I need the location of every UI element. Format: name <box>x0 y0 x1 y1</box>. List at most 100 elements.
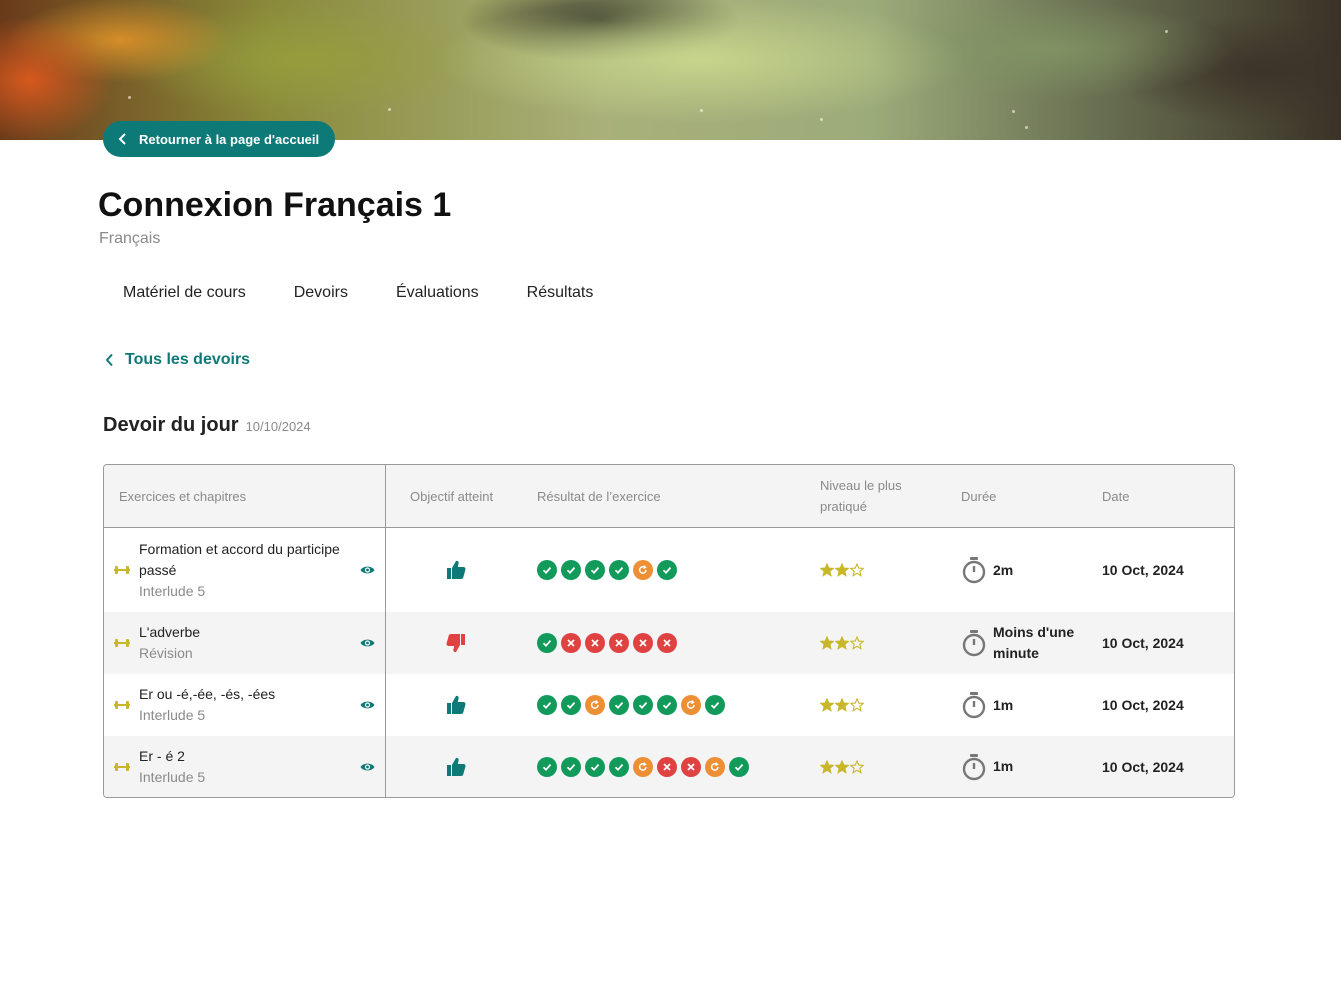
course-tabs: Matériel de cours Devoirs Évaluations Ré… <box>123 284 641 302</box>
star-filled-icon <box>820 698 834 712</box>
cross-icon <box>681 756 701 777</box>
thumbs-up-icon <box>444 736 468 797</box>
duration-value: 1m <box>993 696 1014 713</box>
all-assignments-label: Tous les devoirs <box>125 351 251 368</box>
exercise-results <box>537 612 677 674</box>
exercise-date: 10 Oct, 2024 <box>1102 758 1184 775</box>
level-stars <box>820 528 864 612</box>
table-header: Exercices et chapitres Objectif atteint … <box>104 465 1234 528</box>
level-stars <box>820 612 864 674</box>
thumbs-up-icon <box>444 528 468 612</box>
retry-icon <box>633 756 653 777</box>
star-filled-icon <box>835 563 849 577</box>
star-outline-icon <box>850 636 864 650</box>
table-row: Er - é 2 Interlude 5 1m 10 Oct, 2024 <box>104 736 1234 797</box>
back-home-label: Retourner à la page d'accueil <box>139 131 320 147</box>
check-icon <box>561 756 581 777</box>
col-duration: Durée <box>961 489 997 504</box>
col-goal: Objectif atteint <box>410 489 494 504</box>
back-home-button[interactable]: Retourner à la page d'accueil <box>103 121 335 157</box>
cross-icon <box>561 633 581 653</box>
check-icon <box>561 560 581 580</box>
cross-icon <box>609 633 629 653</box>
results-table: Exercices et chapitres Objectif atteint … <box>103 464 1235 798</box>
retry-icon <box>681 695 701 715</box>
star-filled-icon <box>820 563 834 577</box>
retry-icon <box>705 756 725 777</box>
check-icon <box>609 756 629 777</box>
chevron-left-icon <box>118 133 126 145</box>
check-icon <box>561 695 581 715</box>
star-outline-icon <box>850 759 864 774</box>
star-filled-icon <box>835 636 849 650</box>
exercise-name: Er - é 2 <box>139 747 185 764</box>
page-title: Connexion Français 1 <box>98 186 452 224</box>
assignment-date: 10/10/2024 <box>245 419 311 434</box>
eye-icon[interactable] <box>360 612 375 674</box>
star-outline-icon <box>850 698 864 712</box>
check-icon <box>705 695 725 715</box>
eye-icon[interactable] <box>360 736 375 797</box>
tab-evaluations[interactable]: Évaluations <box>396 284 479 302</box>
exercise-info: Er ou -é,-ée, -és, -ées Interlude 5 <box>139 674 354 736</box>
check-icon <box>633 695 653 715</box>
exercise-results <box>537 674 725 736</box>
check-icon <box>537 756 557 777</box>
exercise-results <box>537 736 749 797</box>
col-level: Niveau le plus pratiqué <box>820 478 902 514</box>
thumbs-down-icon <box>444 612 468 674</box>
star-filled-icon <box>835 698 849 712</box>
course-subject: Français <box>99 230 161 247</box>
course-banner <box>0 0 1341 140</box>
duration: 1m <box>961 736 1013 797</box>
exercise-name: L'adverbe <box>139 624 201 640</box>
exercise-info: L'adverbe Révision <box>139 612 354 674</box>
eye-icon[interactable] <box>360 528 375 612</box>
cross-icon <box>657 633 677 653</box>
star-filled-icon <box>835 759 849 774</box>
duration-value: 1m <box>993 758 1014 774</box>
check-icon <box>657 695 677 715</box>
cross-icon <box>633 633 653 653</box>
dumbbell-icon <box>114 528 130 612</box>
exercise-chapter: Révision <box>139 645 193 661</box>
duration: 2m <box>961 528 1013 612</box>
check-icon <box>609 695 629 715</box>
level-stars <box>820 674 864 736</box>
dumbbell-icon <box>114 612 130 674</box>
check-icon <box>657 560 677 580</box>
star-filled-icon <box>820 759 834 774</box>
tab-results[interactable]: Résultats <box>527 284 594 302</box>
col-exercises: Exercices et chapitres <box>119 489 247 504</box>
retry-icon <box>585 695 605 715</box>
check-icon <box>537 695 557 715</box>
exercise-chapter: Interlude 5 <box>139 768 206 785</box>
check-icon <box>585 756 605 777</box>
star-outline-icon <box>850 563 864 577</box>
cross-icon <box>585 633 605 653</box>
table-row: Formation et accord du participe passé In… <box>104 528 1234 612</box>
assignment-header: Devoir du jour 10/10/2024 <box>103 414 311 437</box>
check-icon <box>585 560 605 580</box>
star-filled-icon <box>820 636 834 650</box>
cross-icon <box>657 756 677 777</box>
tab-assignments[interactable]: Devoirs <box>294 284 348 302</box>
retry-icon <box>633 560 653 580</box>
exercise-chapter: Interlude 5 <box>139 582 206 599</box>
chevron-left-icon <box>105 353 113 367</box>
eye-icon[interactable] <box>360 674 375 736</box>
stopwatch-icon <box>962 557 986 584</box>
duration: Moins d'une minute <box>961 612 1083 674</box>
exercise-date: 10 Oct, 2024 <box>1102 697 1184 713</box>
duration-value: 2m <box>993 561 1014 578</box>
check-icon <box>537 633 557 653</box>
all-assignments-link[interactable]: Tous les devoirs <box>104 351 250 369</box>
exercise-name: Formation et accord du participe passé <box>139 540 340 578</box>
stopwatch-icon <box>962 630 986 657</box>
tab-course-material[interactable]: Matériel de cours <box>123 284 246 302</box>
assignment-title: Devoir du jour <box>103 414 239 436</box>
check-icon <box>729 756 749 777</box>
exercise-date: 10 Oct, 2024 <box>1102 562 1184 578</box>
stopwatch-icon <box>962 692 986 719</box>
exercise-results <box>537 528 677 612</box>
